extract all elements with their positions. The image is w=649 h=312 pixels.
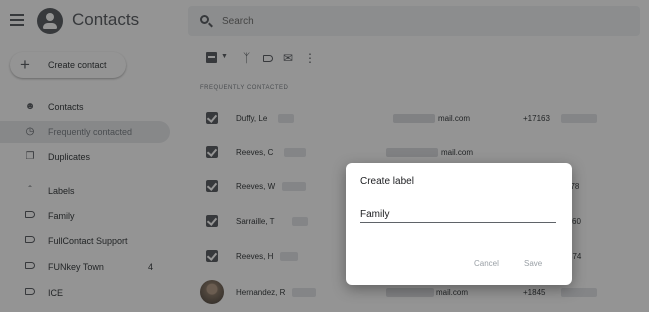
- label-name-input[interactable]: [360, 207, 556, 223]
- save-button[interactable]: Save: [524, 259, 542, 268]
- cancel-button[interactable]: Cancel: [474, 259, 499, 268]
- create-label-dialog: Create label Cancel Save: [346, 163, 572, 285]
- dialog-title: Create label: [360, 176, 414, 187]
